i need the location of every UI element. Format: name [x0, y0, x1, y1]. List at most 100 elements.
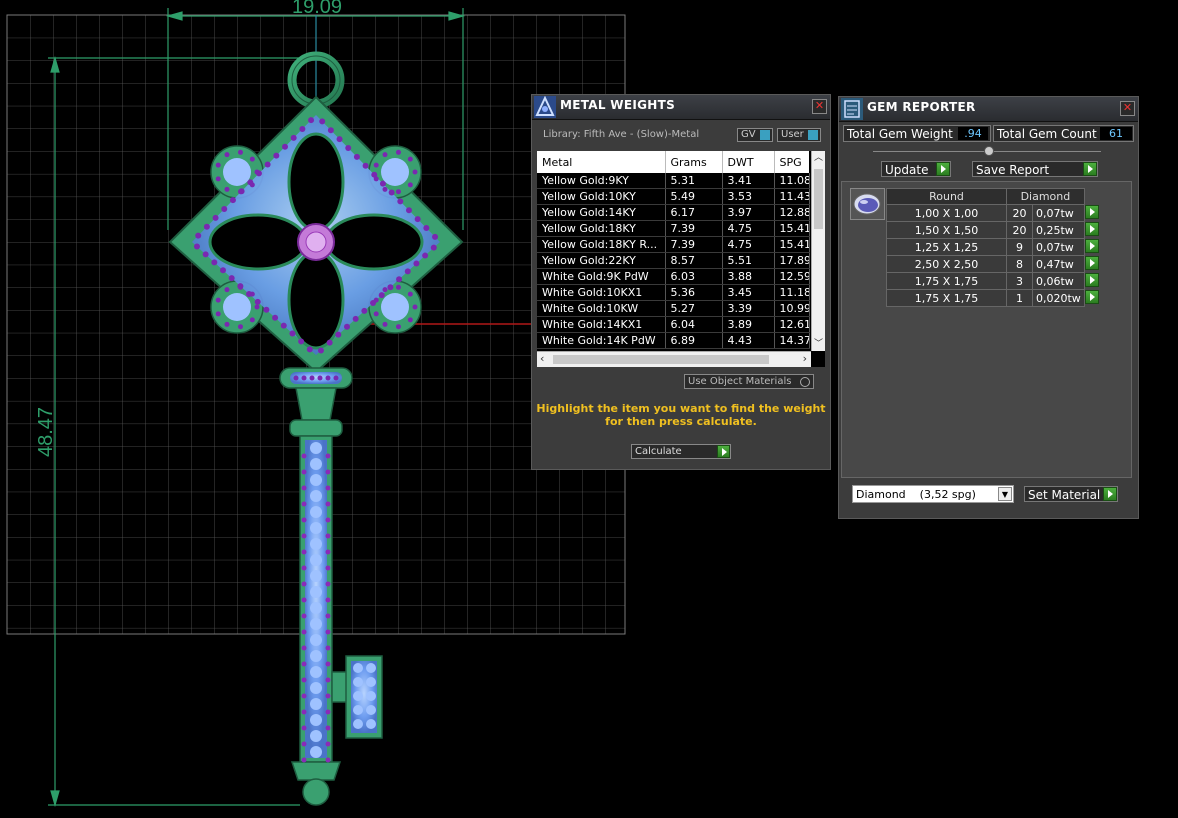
metal-table-hscrollbar[interactable]: ‹ › — [537, 351, 811, 367]
cell-spg: 14.37 — [774, 332, 810, 349]
set-material-button[interactable]: Set Material — [1024, 486, 1118, 502]
prong — [301, 533, 307, 539]
cell-grams: 6.17 — [665, 204, 723, 221]
prong — [382, 321, 388, 327]
cell-metal: Yellow Gold:10KY — [537, 188, 666, 205]
toggle-user-label: User — [781, 129, 804, 140]
prong — [325, 757, 331, 763]
prong — [325, 613, 331, 619]
prong — [373, 297, 379, 303]
table-row[interactable]: Yellow Gold:18KY R... 7.39 4.75 15.41 — [537, 236, 810, 253]
scroll-left-icon[interactable]: ‹ — [540, 352, 544, 365]
play-icon[interactable] — [1084, 272, 1099, 287]
play-icon — [1103, 487, 1117, 501]
prong — [212, 214, 219, 221]
play-icon[interactable] — [1084, 204, 1099, 219]
prong — [309, 375, 315, 381]
hscroll-thumb[interactable] — [553, 355, 769, 364]
gem-row-action[interactable] — [1084, 238, 1100, 256]
col-grams[interactable]: Grams — [665, 151, 723, 173]
metal-weights-titlebar[interactable]: METAL WEIGHTS ✕ — [532, 95, 830, 120]
gem-row[interactable]: 1,25 X 1,25 9 0,07tw — [886, 238, 1101, 256]
prong — [301, 453, 307, 459]
play-icon[interactable] — [1084, 289, 1099, 304]
update-button[interactable]: Update — [881, 161, 951, 177]
prong — [264, 161, 271, 168]
gem-size: 1,25 X 1,25 — [886, 238, 1007, 256]
play-icon — [1083, 162, 1097, 176]
gem-row-action[interactable] — [1084, 255, 1100, 273]
use-object-materials-toggle[interactable]: Use Object Materials — [684, 374, 814, 389]
prong — [301, 677, 307, 683]
metal-table-vscrollbar[interactable]: ︿ ﹀ — [811, 151, 825, 351]
scroll-up-icon[interactable]: ︿ — [812, 151, 825, 165]
chevron-down-icon[interactable]: ▼ — [998, 487, 1012, 501]
cell-dwt: 5.51 — [722, 252, 775, 269]
col-spg[interactable]: SPG — [774, 151, 809, 173]
pave-gem — [310, 506, 322, 518]
cell-spg: 10.99 — [774, 300, 810, 317]
table-row[interactable]: Yellow Gold:18KY 7.39 4.75 15.41 — [537, 220, 810, 237]
cell-grams: 7.39 — [665, 220, 723, 237]
prong — [325, 693, 331, 699]
prong — [301, 613, 307, 619]
scroll-thumb[interactable] — [814, 169, 823, 229]
save-report-button[interactable]: Save Report — [972, 161, 1098, 177]
table-row[interactable]: White Gold:14K PdW 6.89 4.43 14.37 — [537, 332, 810, 349]
scroll-right-icon[interactable]: › — [803, 352, 807, 365]
metal-table-container[interactable]: Metal Grams DWT SPG Yellow Gold:9KY 5.31 3… — [537, 151, 825, 367]
prong — [353, 153, 360, 160]
table-row[interactable]: White Gold:9K PdW 6.03 3.88 12.59 — [537, 268, 810, 285]
gem-row[interactable]: 1,00 X 1,00 20 0,07tw — [886, 204, 1101, 222]
gem-row-action[interactable] — [1084, 289, 1100, 307]
pave-gem — [223, 158, 251, 186]
col-metal[interactable]: Metal — [537, 151, 666, 173]
gem-row[interactable]: 2,50 X 2,50 8 0,47tw — [886, 255, 1101, 273]
table-row[interactable]: White Gold:14KX1 6.04 3.89 12.61 — [537, 316, 810, 333]
play-icon[interactable] — [1084, 238, 1099, 253]
table-row[interactable]: Yellow Gold:22KY 8.57 5.51 17.89 — [537, 252, 810, 269]
play-icon[interactable] — [1084, 221, 1099, 236]
gem-list-area[interactable]: Round Diamond 1,00 X 1,00 20 0,07tw 1,50 X … — [841, 181, 1132, 478]
prong — [387, 284, 394, 291]
cell-dwt: 3.89 — [722, 316, 775, 333]
table-row[interactable]: Yellow Gold:9KY 5.31 3.41 11.08 — [537, 173, 810, 189]
gem-thumbnail[interactable] — [850, 188, 885, 220]
gem-size: 1,50 X 1,50 — [886, 221, 1007, 239]
table-row[interactable]: Yellow Gold:14KY 6.17 3.97 12.88 — [537, 204, 810, 221]
cell-grams: 6.04 — [665, 316, 723, 333]
table-row[interactable]: White Gold:10KX1 5.36 3.45 11.18 — [537, 284, 810, 301]
prong — [396, 276, 403, 283]
table-row[interactable]: White Gold:10KW 5.27 3.39 10.99 — [537, 300, 810, 317]
prong — [404, 268, 411, 275]
prong — [195, 232, 202, 239]
gem-row-action[interactable] — [1084, 272, 1100, 290]
prong — [301, 741, 307, 747]
prong — [237, 149, 243, 155]
toggle-gv[interactable]: GV — [737, 128, 773, 142]
prong — [301, 549, 307, 555]
table-row[interactable]: Yellow Gold:10KY 5.49 3.53 11.43 — [537, 188, 810, 205]
gem-weight: 0,06tw — [1032, 272, 1085, 290]
prong — [263, 306, 270, 313]
gem-reporter-titlebar[interactable]: GEM REPORTER ✕ — [839, 97, 1138, 122]
play-icon[interactable] — [1084, 255, 1099, 270]
scroll-down-icon[interactable]: ﹀ — [812, 337, 825, 351]
gem-row[interactable]: 1,75 X 1,75 3 0,06tw — [886, 272, 1101, 290]
round-diamond-icon — [853, 193, 881, 215]
gem-row-action[interactable] — [1084, 221, 1100, 239]
gem-row[interactable]: 1,75 X 1,75 1 0,020tw — [886, 289, 1101, 307]
calculate-button[interactable]: Calculate — [631, 444, 731, 459]
toggle-user[interactable]: User — [777, 128, 821, 142]
prong — [317, 375, 323, 381]
gem-table: Round Diamond 1,00 X 1,00 20 0,07tw 1,50 X … — [886, 188, 1101, 307]
col-dwt[interactable]: DWT — [722, 151, 775, 173]
close-icon[interactable]: ✕ — [1120, 101, 1135, 116]
gem-row[interactable]: 1,50 X 1,50 20 0,25tw — [886, 221, 1101, 239]
pave-gem — [381, 293, 409, 321]
material-select[interactable]: Diamond (3,52 spg) ▼ — [852, 485, 1014, 503]
close-icon[interactable]: ✕ — [812, 99, 827, 114]
gem-row-action[interactable] — [1084, 204, 1100, 222]
splitter-handle-icon[interactable] — [984, 146, 994, 156]
prong — [301, 565, 307, 571]
